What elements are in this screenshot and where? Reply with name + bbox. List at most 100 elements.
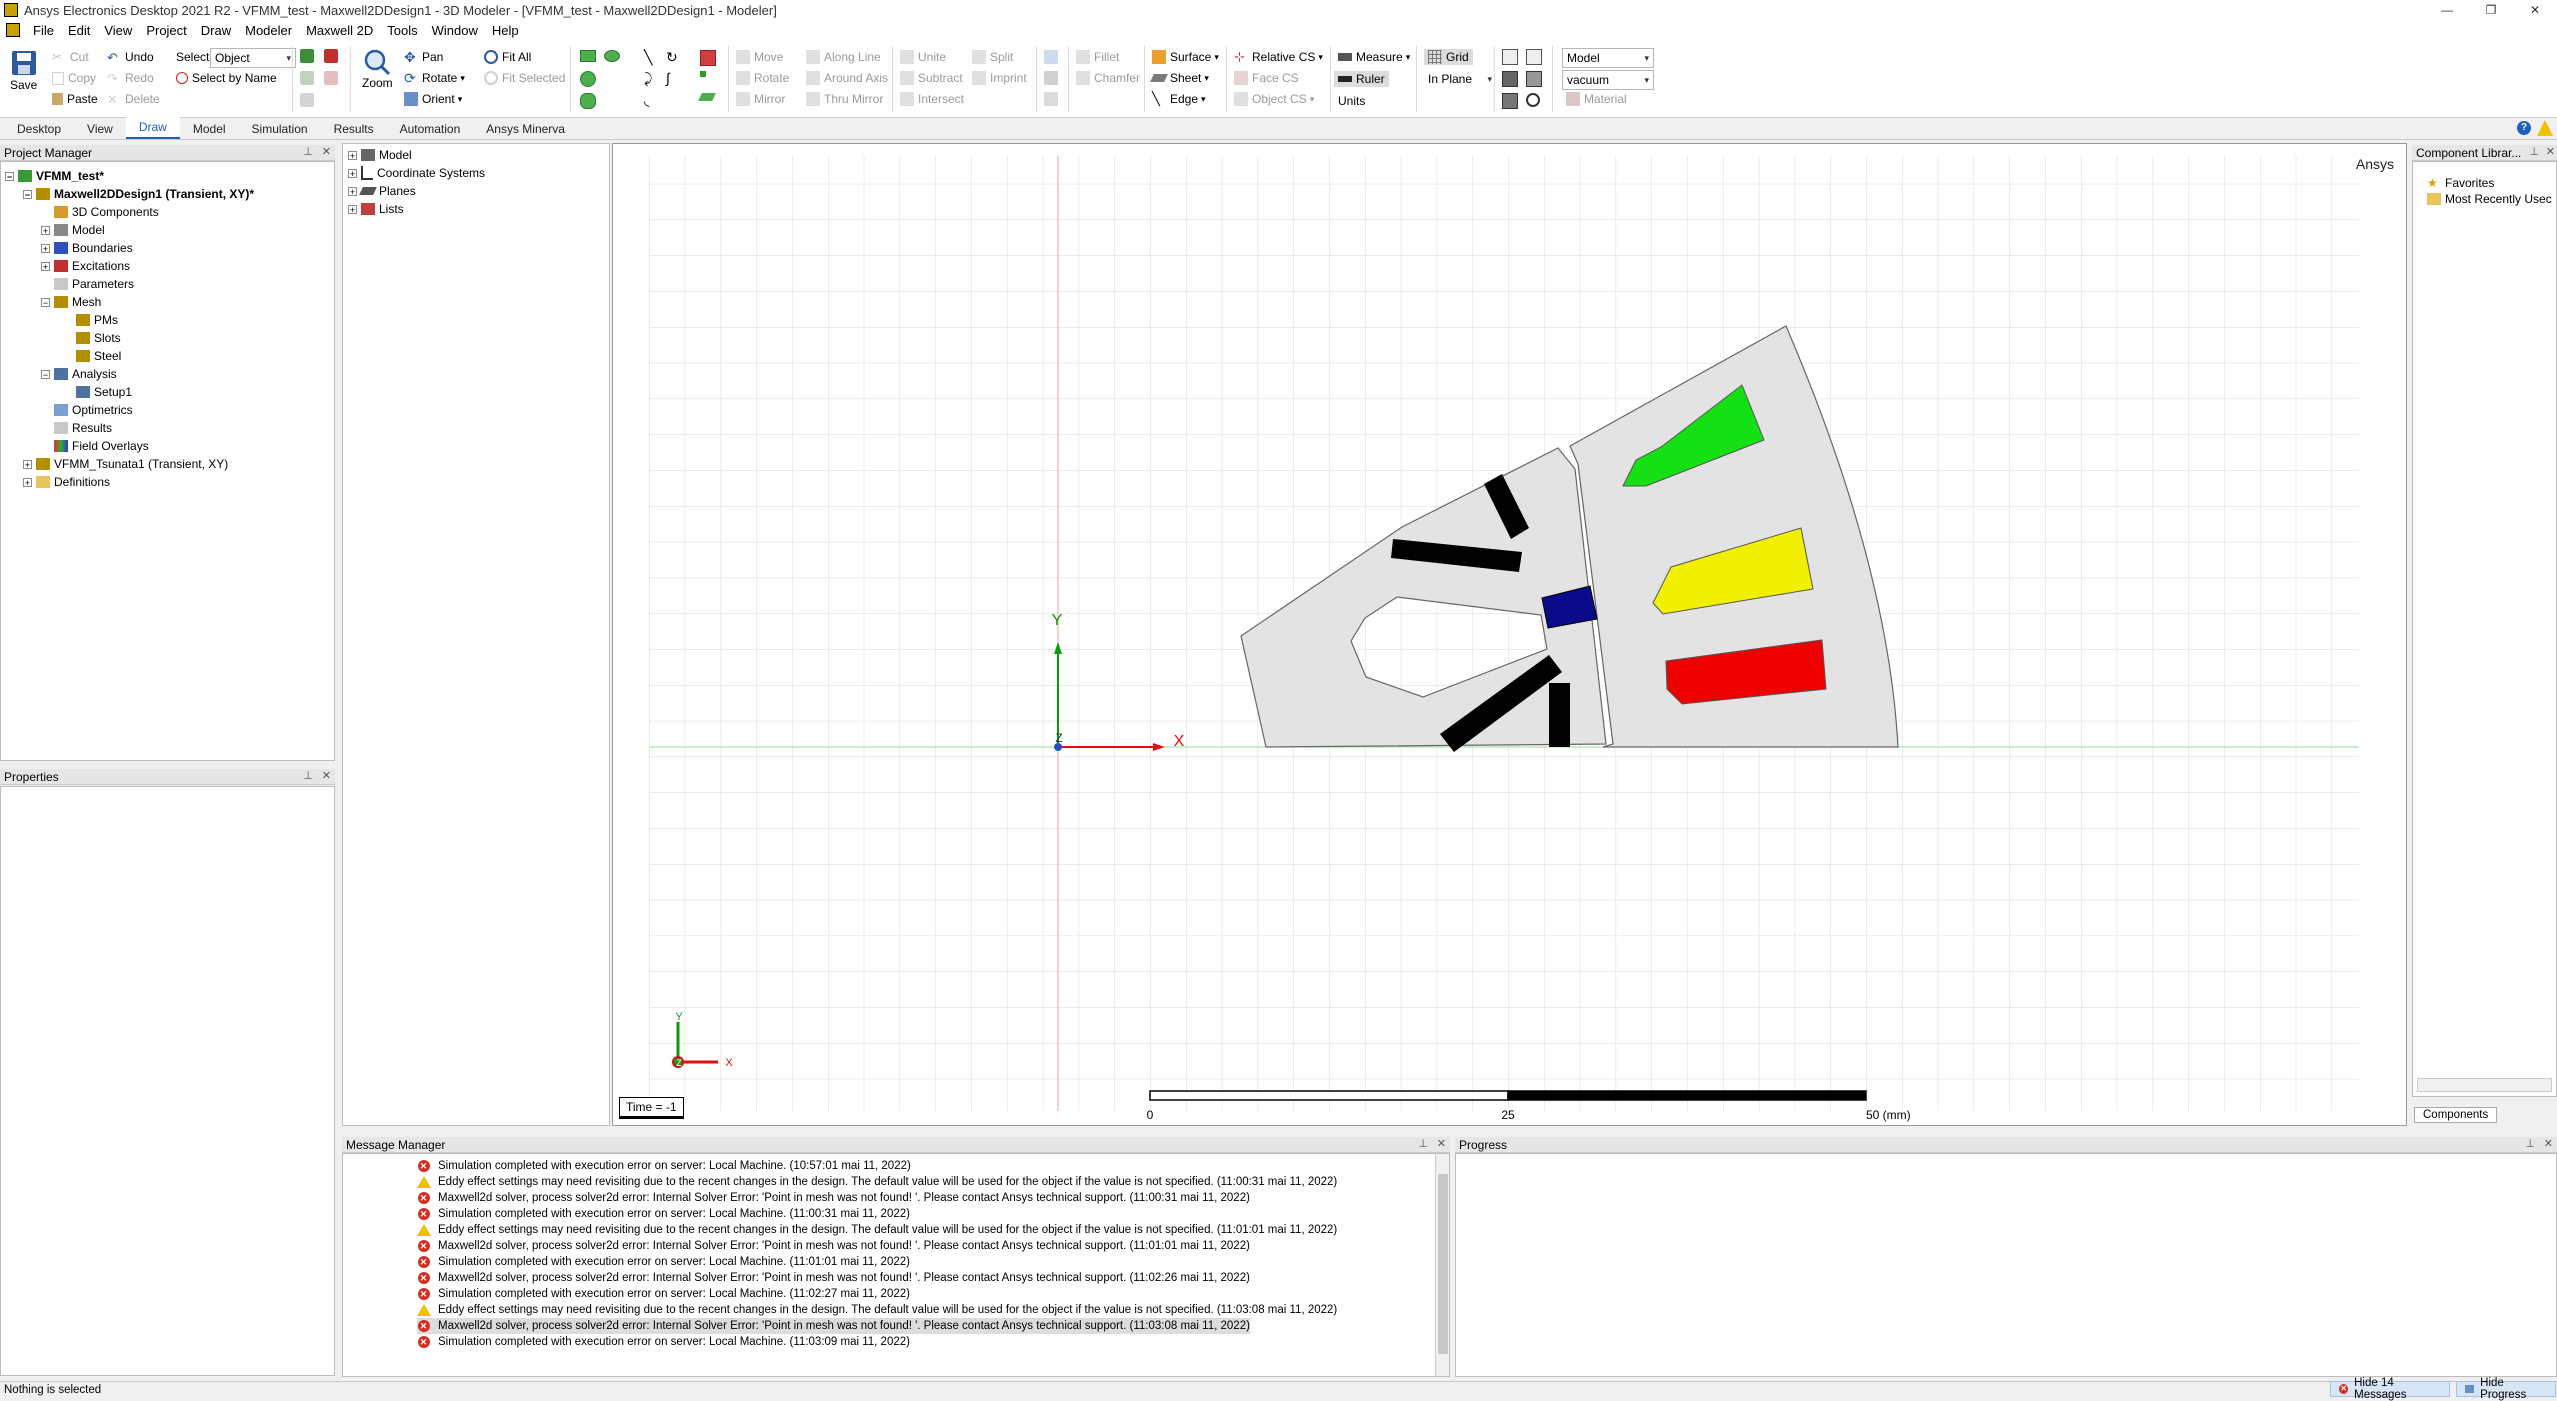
units-button[interactable]: Units	[1338, 94, 1365, 108]
message-row[interactable]: ✕ Maxwell2d solver, process solver2d erro…	[417, 1190, 1250, 1206]
select-filter-icon-3[interactable]	[300, 71, 318, 85]
menu-project[interactable]: Project	[139, 23, 193, 38]
redo-button[interactable]: ↷ Redo	[107, 71, 154, 86]
along-line-button[interactable]: Along Line	[806, 50, 881, 64]
select-filter-icon-1[interactable]	[300, 49, 318, 63]
select-filter-icon-2[interactable]	[324, 49, 342, 63]
draw-point-button[interactable]	[700, 71, 710, 77]
menu-maxwell-2d[interactable]: Maxwell 2D	[299, 23, 380, 38]
fit-all-button[interactable]: Fit All	[484, 50, 531, 64]
ruler-toggle[interactable]: Ruler	[1334, 71, 1389, 87]
intersect-button[interactable]: Intersect	[900, 92, 964, 106]
tab-components[interactable]: Components	[2414, 1107, 2498, 1123]
select-filter-icon-4[interactable]	[324, 71, 342, 85]
pin-icon[interactable]: ⊥	[2525, 1137, 2535, 1150]
tab-model[interactable]: Model	[180, 119, 239, 139]
chamfer-button[interactable]: Chamfer	[1076, 71, 1140, 85]
tab-view[interactable]: View	[74, 119, 126, 139]
sheet-dropdown[interactable]: Sheet ▾	[1150, 71, 1209, 85]
menu-view[interactable]: View	[97, 23, 139, 38]
magnet-bar-4[interactable]	[1549, 683, 1570, 747]
cut-button[interactable]: ✂ Cut	[52, 50, 89, 64]
tree-mesh-pms[interactable]: PMs	[76, 311, 118, 329]
undo-button[interactable]: ↶ Undo	[107, 50, 154, 65]
orient-button[interactable]: Orient ▾	[404, 92, 462, 106]
draw-equation-curve-button[interactable]: ∫	[666, 71, 684, 85]
close-panel-icon[interactable]: ✕	[1437, 1137, 1446, 1150]
imprint-button[interactable]: Imprint	[972, 71, 1027, 85]
subtract-button[interactable]: Subtract	[900, 71, 963, 85]
fillet-button[interactable]: Fillet	[1076, 50, 1119, 64]
ribbon-small-icon-3[interactable]	[1044, 92, 1062, 106]
tree-setup1[interactable]: Setup1	[76, 383, 132, 401]
rotate-object-button[interactable]: Rotate	[736, 71, 789, 85]
message-row[interactable]: Eddy effect settings may need revisiting…	[416, 1302, 1337, 1318]
library-recent[interactable]: Most Recently Usec	[2427, 190, 2552, 208]
library-hscrollbar[interactable]	[2417, 1078, 2552, 1092]
close-panel-icon[interactable]: ✕	[2546, 145, 2555, 158]
ribbon-small-icon-1[interactable]	[1044, 50, 1062, 64]
tree-mesh-steel[interactable]: Steel	[76, 347, 121, 365]
grid-plane-dropdown[interactable]: In Plane	[1424, 70, 1496, 88]
tree-design-tsunata[interactable]: + VFMM_Tsunata1 (Transient, XY)	[23, 455, 228, 473]
relative-cs-dropdown[interactable]: ⊹ Relative CS ▾	[1234, 50, 1323, 64]
surface-dropdown[interactable]: Surface ▾	[1152, 50, 1219, 64]
scroll-thumb[interactable]	[1438, 1174, 1448, 1354]
save-button[interactable]: Save	[10, 50, 37, 92]
around-axis-button[interactable]: Around Axis	[806, 71, 888, 85]
view-icon-6[interactable]	[1526, 93, 1544, 107]
view-icon-5[interactable]	[1502, 93, 1522, 109]
tree-boundaries[interactable]: + Boundaries	[41, 239, 133, 257]
message-row[interactable]: ✕ Simulation completed with execution err…	[417, 1206, 910, 1222]
zoom-button[interactable]: Zoom	[362, 48, 393, 90]
tree-model-root[interactable]: + Model	[348, 146, 412, 164]
close-panel-icon[interactable]: ✕	[322, 145, 331, 158]
message-row[interactable]: ✕ Maxwell2d solver, process solver2d erro…	[417, 1318, 1250, 1334]
draw-ellipse-button[interactable]	[604, 50, 624, 62]
menu-tools[interactable]: Tools	[380, 23, 424, 38]
menu-help[interactable]: Help	[485, 23, 526, 38]
minimize-button[interactable]: —	[2425, 0, 2469, 20]
paste-button[interactable]: Paste	[52, 92, 98, 106]
tree-model[interactable]: + Model	[41, 221, 105, 239]
help-icon[interactable]: ?	[2517, 121, 2531, 135]
delete-button[interactable]: ✕ Delete	[107, 92, 160, 107]
view-icon-1[interactable]	[1502, 49, 1522, 65]
unite-button[interactable]: Unite	[900, 50, 946, 64]
close-window-button[interactable]: ✕	[2513, 0, 2557, 20]
menu-draw[interactable]: Draw	[194, 23, 238, 38]
tree-definitions[interactable]: + Definitions	[23, 473, 110, 491]
modeler-viewport[interactable]: Y X Z Y X Z 0 25 50 (mm) Ansys Time = -1	[612, 143, 2407, 1126]
message-row[interactable]: Eddy effect settings may need revisiting…	[416, 1222, 1337, 1238]
message-row[interactable]: Eddy effect settings may need revisiting…	[416, 1174, 1337, 1190]
object-cs-dropdown[interactable]: Object CS ▾	[1234, 92, 1314, 106]
material-button[interactable]: Material	[1566, 92, 1627, 106]
edge-dropdown[interactable]: ╲ Edge ▾	[1152, 92, 1206, 106]
select-by-name-button[interactable]: Select by Name	[176, 71, 277, 85]
copy-button[interactable]: Copy	[52, 71, 96, 85]
tab-automation[interactable]: Automation	[387, 119, 474, 139]
draw-regular-polygon-button[interactable]	[580, 93, 600, 109]
view-icon-4[interactable]	[1526, 71, 1546, 87]
pin-icon[interactable]: ⊥	[303, 145, 313, 158]
mirror-button[interactable]: Mirror	[736, 92, 785, 106]
model-dropdown[interactable]: Model	[1562, 48, 1654, 68]
message-vscrollbar[interactable]	[1435, 1154, 1449, 1376]
thru-mirror-button[interactable]: Thru Mirror	[806, 92, 883, 106]
draw-box-button[interactable]	[700, 50, 720, 66]
move-button[interactable]: Move	[736, 50, 783, 64]
pin-icon[interactable]: ⊥	[1418, 1137, 1428, 1150]
draw-circle-button[interactable]	[580, 71, 600, 87]
message-row[interactable]: ✕ Maxwell2d solver, process solver2d erro…	[417, 1270, 1250, 1286]
material-dropdown[interactable]: vacuum	[1562, 70, 1654, 90]
fit-selected-button[interactable]: Fit Selected	[484, 71, 565, 85]
select-filter-icon-5[interactable]	[300, 93, 318, 107]
tab-desktop[interactable]: Desktop	[4, 119, 74, 139]
draw-plane-button[interactable]	[698, 93, 718, 101]
menu-window[interactable]: Window	[425, 23, 485, 38]
tree-parameters[interactable]: Parameters	[54, 275, 134, 293]
split-button[interactable]: Split	[972, 50, 1013, 64]
grid-toggle[interactable]: Grid	[1424, 49, 1473, 65]
menu-edit[interactable]: Edit	[61, 23, 97, 38]
tab-results[interactable]: Results	[321, 119, 387, 139]
